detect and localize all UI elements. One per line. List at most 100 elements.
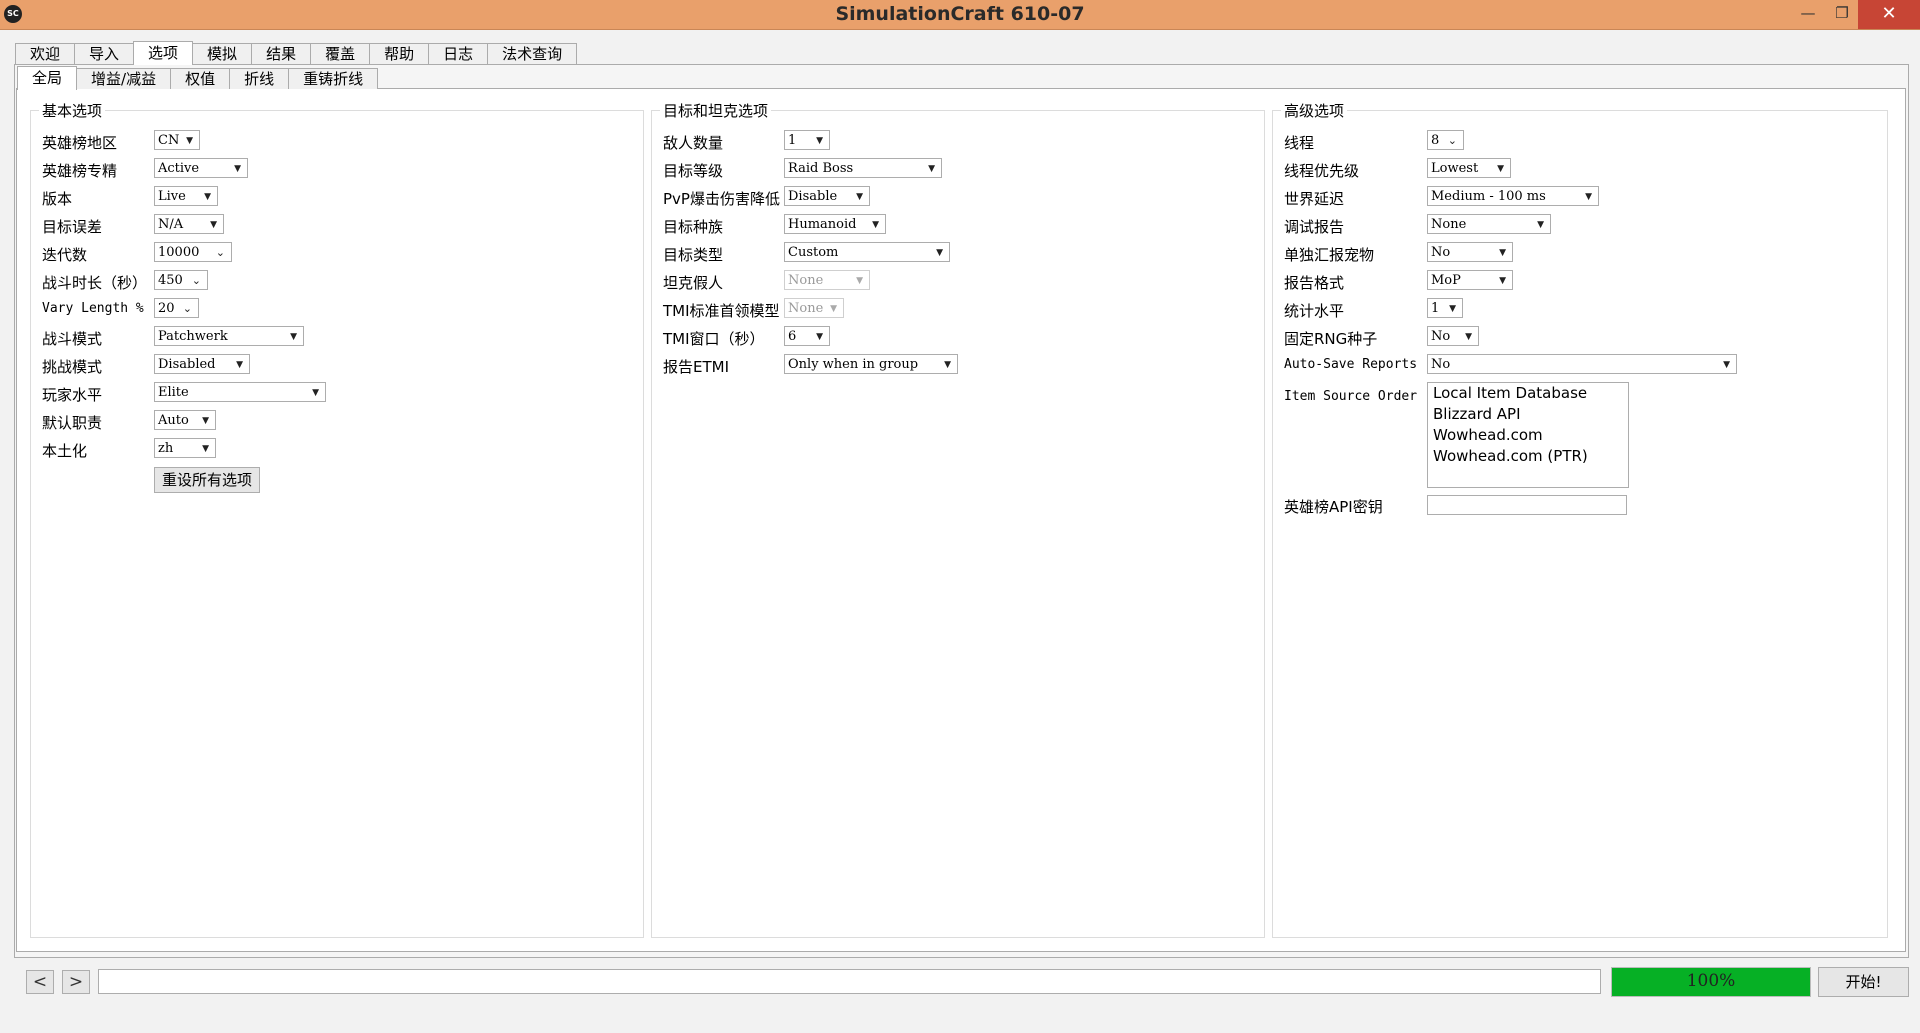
tab-scaling[interactable]: 权值 xyxy=(170,68,231,89)
iterations-select[interactable]: 10000 ⌄ xyxy=(154,242,232,262)
dropdown-arrow-icon: ▼ xyxy=(856,192,863,202)
dropdown-arrow-icon: ▼ xyxy=(872,220,879,230)
tab-log[interactable]: 日志 xyxy=(428,43,489,64)
region-select[interactable]: CN ▼ xyxy=(154,130,200,150)
dropdown-arrow-icon: ▼ xyxy=(816,332,823,342)
dropdown-arrow-icon: ▼ xyxy=(816,136,823,146)
vary-length-label: Vary Length % xyxy=(42,301,144,316)
forward-button[interactable]: > xyxy=(62,970,90,994)
tab-import[interactable]: 导入 xyxy=(74,43,135,64)
region-label: 英雄榜地区 xyxy=(42,134,118,152)
start-button[interactable]: 开始! xyxy=(1818,967,1909,997)
dropdown-arrow-icon: ▼ xyxy=(1499,276,1506,286)
list-item[interactable]: Local Item Database xyxy=(1428,383,1628,404)
tab-options[interactable]: 选项 xyxy=(133,41,194,65)
dropdown-arrow-icon: ▼ xyxy=(928,164,935,174)
statistics-level-label: 统计水平 xyxy=(1284,302,1345,320)
target-error-select[interactable]: N/A ▼ xyxy=(154,214,224,234)
tmi-window-select[interactable]: 6 ▼ xyxy=(784,326,830,346)
version-select[interactable]: Live ▼ xyxy=(154,186,218,206)
deterministic-rng-select[interactable]: No ▼ xyxy=(1427,326,1479,346)
fight-style-label: 战斗模式 xyxy=(42,330,103,348)
list-item[interactable]: Wowhead.com (PTR) xyxy=(1428,446,1628,467)
report-etmi-label: 报告ETMI xyxy=(663,358,730,376)
target-race-select[interactable]: Humanoid ▼ xyxy=(784,214,886,234)
tab-spell-query[interactable]: 法术查询 xyxy=(487,43,578,64)
auto-save-select[interactable]: No ▼ xyxy=(1427,354,1737,374)
threads-label: 线程 xyxy=(1284,134,1315,152)
tab-reforge-plots[interactable]: 重铸折线 xyxy=(288,68,379,89)
report-pets-label: 单独汇报宠物 xyxy=(1284,246,1375,264)
dropdown-arrow-icon: ▼ xyxy=(202,416,209,426)
tab-global[interactable]: 全局 xyxy=(17,66,78,90)
tab-simulate[interactable]: 模拟 xyxy=(192,43,253,64)
threads-select[interactable]: 8 ⌄ xyxy=(1427,130,1464,150)
item-source-label: Item Source Order xyxy=(1284,389,1418,404)
challenge-mode-label: 挑战模式 xyxy=(42,358,103,376)
target-level-select[interactable]: Raid Boss ▼ xyxy=(784,158,942,178)
fight-length-select[interactable]: 450 ⌄ xyxy=(154,270,208,290)
tab-welcome[interactable]: 欢迎 xyxy=(15,43,76,64)
maximize-button[interactable]: ❐ xyxy=(1822,0,1862,29)
dropdown-arrow-icon: ▼ xyxy=(1499,248,1506,258)
dropdown-arrow-icon: ▼ xyxy=(1465,332,1472,342)
chevron-down-icon: ⌄ xyxy=(182,302,192,315)
target-race-label: 目标种族 xyxy=(663,218,724,236)
tmi-boss-label: TMI标准首领模型 xyxy=(663,302,780,320)
player-skill-label: 玩家水平 xyxy=(42,386,103,404)
api-key-input[interactable] xyxy=(1427,495,1627,515)
back-button[interactable]: < xyxy=(26,970,54,994)
iterations-label: 迭代数 xyxy=(42,246,88,264)
tmi-window-label: TMI窗口（秒） xyxy=(663,330,765,348)
target-type-select[interactable]: Custom ▼ xyxy=(784,242,950,262)
dropdown-arrow-icon: ▼ xyxy=(944,360,951,370)
report-pets-select[interactable]: No ▼ xyxy=(1427,242,1513,262)
default-role-select[interactable]: Auto ▼ xyxy=(154,410,216,430)
target-type-label: 目标类型 xyxy=(663,246,724,264)
localization-label: 本土化 xyxy=(42,442,88,460)
chevron-down-icon: ⌄ xyxy=(191,274,201,287)
target-error-label: 目标误差 xyxy=(42,218,103,236)
dropdown-arrow-icon: ▼ xyxy=(210,220,217,230)
dropdown-arrow-icon: ▼ xyxy=(1537,220,1544,230)
statistics-level-select[interactable]: 1 ▼ xyxy=(1427,298,1463,318)
chevron-down-icon: ⌄ xyxy=(1447,134,1457,147)
default-role-label: 默认职责 xyxy=(42,414,103,432)
tank-dummy-select[interactable]: None ▼ xyxy=(784,270,870,290)
enemy-count-select[interactable]: 1 ▼ xyxy=(784,130,830,150)
tmi-boss-select[interactable]: None ▼ xyxy=(784,298,844,318)
player-skill-select[interactable]: Elite ▼ xyxy=(154,382,326,402)
armory-spec-label: 英雄榜专精 xyxy=(42,162,118,180)
title-bar: SC SimulationCraft 610-07 — ❐ ✕ xyxy=(0,0,1920,30)
tab-results[interactable]: 结果 xyxy=(251,43,312,64)
tab-plots[interactable]: 折线 xyxy=(229,68,290,89)
reset-all-options-button[interactable]: 重设所有选项 xyxy=(154,467,260,493)
tab-buffs-debuffs[interactable]: 增益/减益 xyxy=(76,68,172,89)
dropdown-arrow-icon: ▼ xyxy=(312,388,319,398)
target-level-label: 目标等级 xyxy=(663,162,724,180)
basic-options-group: 基本选项 xyxy=(30,100,644,938)
url-input[interactable] xyxy=(98,969,1601,994)
challenge-mode-select[interactable]: Disabled ▼ xyxy=(154,354,250,374)
fight-style-select[interactable]: Patchwerk ▼ xyxy=(154,326,304,346)
fight-length-label: 战斗时长（秒） xyxy=(42,274,148,292)
tab-overrides[interactable]: 覆盖 xyxy=(310,43,371,64)
pvp-crit-select[interactable]: Disable ▼ xyxy=(784,186,870,206)
tab-help[interactable]: 帮助 xyxy=(369,43,430,64)
auto-save-label: Auto-Save Reports xyxy=(1284,357,1418,372)
debug-report-select[interactable]: None ▼ xyxy=(1427,214,1551,234)
report-etmi-select[interactable]: Only when in group ▼ xyxy=(784,354,958,374)
world-lag-select[interactable]: Medium - 100 ms ▼ xyxy=(1427,186,1599,206)
report-format-select[interactable]: MoP ▼ xyxy=(1427,270,1513,290)
localization-select[interactable]: zh ▼ xyxy=(154,438,216,458)
close-button[interactable]: ✕ xyxy=(1858,0,1920,29)
thread-priority-select[interactable]: Lowest ▼ xyxy=(1427,158,1511,178)
dropdown-arrow-icon: ▼ xyxy=(202,444,209,454)
armory-spec-select[interactable]: Active ▼ xyxy=(154,158,248,178)
vary-length-select[interactable]: 20 ⌄ xyxy=(154,298,199,318)
dropdown-arrow-icon: ▼ xyxy=(936,248,943,258)
list-item[interactable]: Blizzard API xyxy=(1428,404,1628,425)
target-options-title: 目标和坦克选项 xyxy=(660,100,772,121)
list-item[interactable]: Wowhead.com xyxy=(1428,425,1628,446)
item-source-list[interactable]: Local Item Database Blizzard API Wowhead… xyxy=(1427,382,1629,488)
